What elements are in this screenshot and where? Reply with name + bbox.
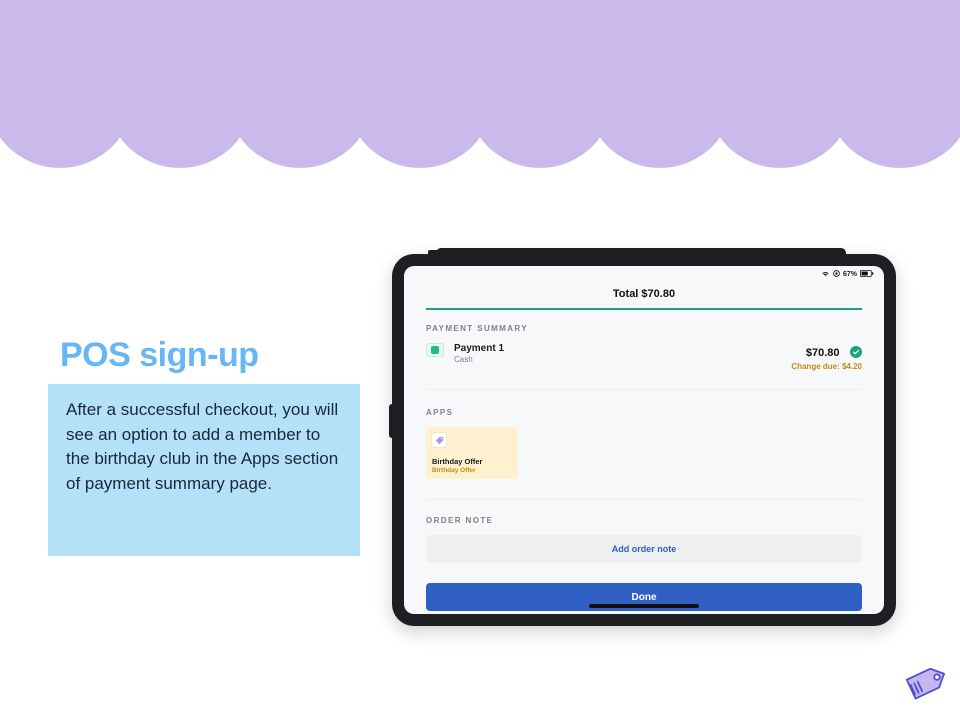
slide-canvas: POS sign-up After a successful checkout,… [0,0,960,720]
orientation-lock-icon [833,270,840,279]
payment-row: Payment 1 Cash $70.80 Change due: $4.20 [426,343,862,390]
wifi-icon [821,270,830,279]
tablet-device: 67% Total $70.80 PAYMENT SUMMARY Payment… [392,254,896,626]
change-due: Change due: $4.20 [791,362,862,371]
status-bar: 67% [404,266,884,282]
apps-heading: APPS [426,408,862,417]
app-card-subtitle: Birthday Offer [432,467,512,474]
payment-amount: $70.80 [806,347,840,359]
home-indicator [589,604,699,608]
screen-content: Total $70.80 PAYMENT SUMMARY Payment 1 C… [404,284,884,614]
add-order-note-button[interactable]: Add order note [426,535,862,563]
tag-icon [432,433,446,447]
total-underline [426,308,862,310]
page-title: POS sign-up [60,336,259,375]
price-tag-icon [902,664,946,708]
order-note-heading: ORDER NOTE [426,516,862,525]
battery-icon [860,270,874,279]
total-amount: Total $70.80 [426,288,862,300]
header-scallops [0,78,960,158]
instruction-callout: After a successful checkout, you will se… [48,384,360,556]
payment-summary-heading: PAYMENT SUMMARY [426,324,862,333]
payment-title: Payment 1 [454,343,781,354]
apps-divider [426,499,862,500]
birthday-offer-card[interactable]: Birthday Offer Birthday Offer [426,427,518,479]
tablet-bezel: 67% Total $70.80 PAYMENT SUMMARY Payment… [392,254,896,626]
tablet-screen: 67% Total $70.80 PAYMENT SUMMARY Payment… [404,266,884,614]
cash-icon [426,343,444,357]
battery-pct: 67% [843,271,857,278]
payment-right: $70.80 Change due: $4.20 [791,343,862,371]
check-icon [850,346,862,358]
payment-method: Cash [454,355,781,364]
payment-text: Payment 1 Cash [454,343,781,364]
app-card-title: Birthday Offer [432,457,512,466]
